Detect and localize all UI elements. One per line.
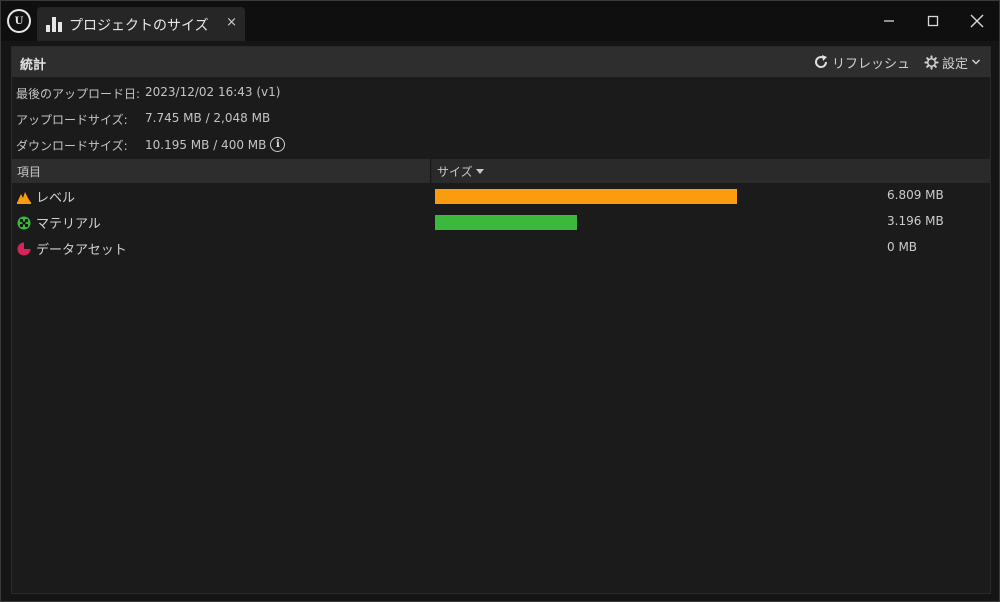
table-row[interactable]: マテリアル 3.196 MB <box>12 209 990 234</box>
stats-title: 統計 <box>20 58 47 73</box>
table-row[interactable]: レベル 6.809 MB <box>12 183 990 208</box>
info-icon[interactable]: i <box>270 137 286 152</box>
last-upload-value: 2023/12/02 16:43 (v1) <box>145 85 280 99</box>
material-icon <box>17 215 31 230</box>
refresh-button[interactable]: リフレッシュ <box>813 52 910 72</box>
gear-icon <box>924 54 939 70</box>
size-bar <box>435 215 577 230</box>
row-size: 6.809 MB <box>887 188 944 202</box>
upload-size-value-text: 7.745 MB / 2,048 MB <box>145 111 271 125</box>
download-size-value-text: 10.195 MB / 400 MB <box>145 137 267 152</box>
upload-size-value: 7.745 MB / 2,048 MB <box>145 111 270 125</box>
close-window-button[interactable] <box>955 5 999 37</box>
tab-project-size[interactable]: プロジェクトのサイズ × <box>37 7 245 41</box>
tab-close-button[interactable]: × <box>226 15 237 30</box>
maximize-icon <box>927 15 939 27</box>
data-asset-icon <box>17 241 31 256</box>
column-header-item[interactable]: 項目 <box>12 159 431 183</box>
project-size-window: U プロジェクトのサイズ × 統計 リフレッシュ 設定 最後のアップロード日: … <box>0 0 1000 602</box>
column-header-item-label: 項目 <box>17 165 42 179</box>
chevron-down-icon <box>971 59 981 65</box>
tab-label: プロジェクトのサイズ <box>69 18 209 34</box>
level-icon <box>17 189 31 204</box>
refresh-icon <box>814 55 827 68</box>
size-bar <box>435 189 737 204</box>
column-header-size-label: サイズ <box>437 165 473 179</box>
row-size: 3.196 MB <box>887 214 944 228</box>
download-size-label: ダウンロードサイズ: <box>16 139 128 153</box>
row-name: マテリアル <box>36 217 101 232</box>
table-header: 項目 サイズ <box>12 159 990 183</box>
last-upload-value-text: 2023/12/02 16:43 (v1) <box>145 85 281 99</box>
stats-panel: 統計 リフレッシュ 設定 最後のアップロード日: 2023/12/02 16:4… <box>11 46 991 594</box>
refresh-label: リフレッシュ <box>831 56 910 72</box>
minimize-button[interactable] <box>867 5 911 37</box>
settings-dropdown-button[interactable]: 設定 <box>924 52 981 72</box>
close-icon <box>970 14 984 28</box>
title-bar: U プロジェクトのサイズ × <box>1 1 999 41</box>
row-name: レベル <box>36 191 76 206</box>
settings-label: 設定 <box>941 56 968 72</box>
bar-chart-icon <box>46 17 62 32</box>
download-size-value: 10.195 MB / 400 MB i <box>145 137 286 152</box>
unreal-engine-logo-icon[interactable]: U <box>7 9 31 33</box>
last-upload-label: 最後のアップロード日: <box>16 87 141 101</box>
upload-size-label: アップロードサイズ: <box>16 113 128 127</box>
stats-header: 統計 リフレッシュ 設定 <box>12 47 990 77</box>
sort-descending-icon <box>476 169 484 174</box>
maximize-button[interactable] <box>911 5 955 37</box>
column-header-size[interactable]: サイズ <box>432 159 990 183</box>
minimize-icon <box>884 20 894 22</box>
row-size: 0 MB <box>887 240 918 254</box>
table-row[interactable]: データアセット 0 MB <box>12 235 990 260</box>
row-name: データアセット <box>36 243 127 258</box>
